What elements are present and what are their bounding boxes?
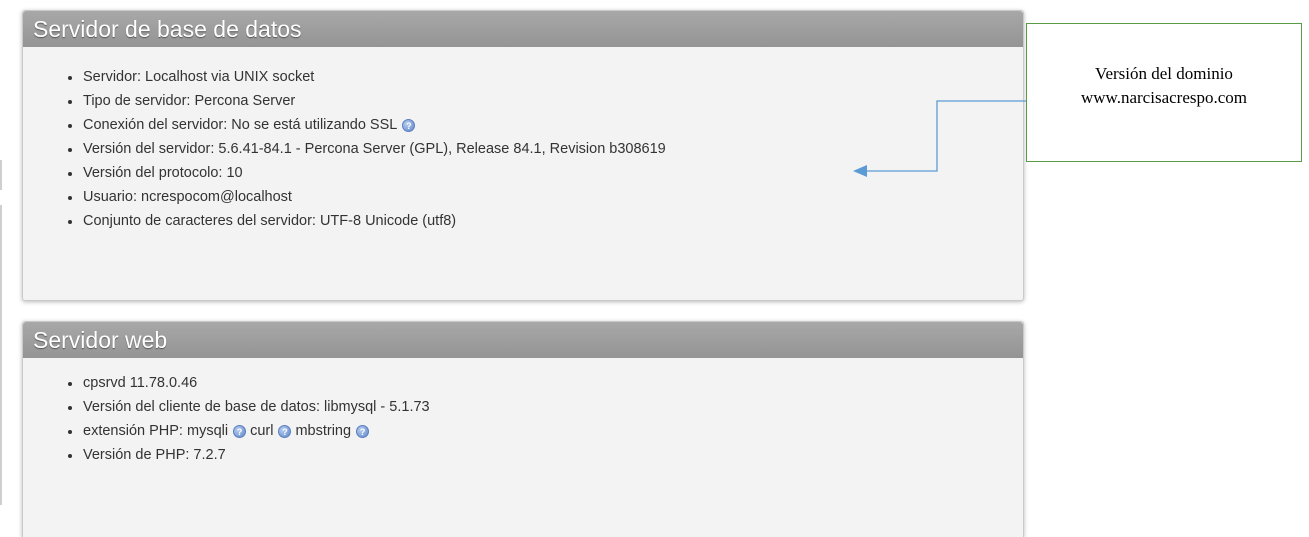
callout-arrow [853, 100, 1026, 177]
arrow-head [853, 165, 867, 177]
arrow-line [865, 100, 1026, 172]
